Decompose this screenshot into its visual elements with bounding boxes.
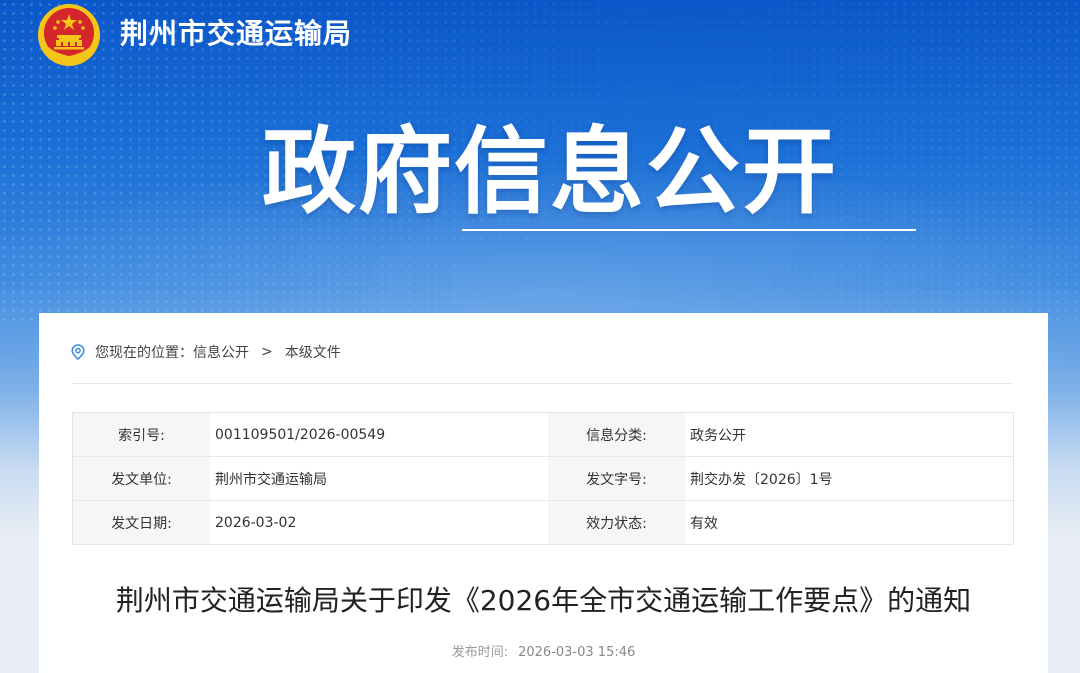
meta-value-validity: 有效 bbox=[685, 500, 1014, 545]
document-title: 荆州市交通运输局关于印发《2026年全市交通运输工作要点》的通知 bbox=[115, 584, 972, 617]
meta-label-index: 索引号: bbox=[72, 412, 210, 457]
meta-value-doc-number: 荆交办发〔2026〕1号 bbox=[685, 456, 1014, 501]
meta-label-doc-number: 发文字号: bbox=[548, 456, 685, 501]
meta-label-issue-date: 发文日期: bbox=[72, 500, 210, 545]
publish-time: 2026-03-03 15:46 bbox=[518, 645, 636, 660]
meta-value-issuer: 荆州市交通运输局 bbox=[210, 456, 548, 501]
table-row: 索引号: 001109501/2026-00549 信息分类: 政务公开 bbox=[72, 412, 1014, 457]
location-pin-icon bbox=[71, 344, 85, 360]
publish-label: 发布时间: bbox=[451, 645, 509, 660]
table-row: 发文日期: 2026-03-02 效力状态: 有效 bbox=[72, 500, 1014, 545]
breadcrumb: 您现在的位置： 信息公开 > 本级文件 bbox=[71, 341, 341, 363]
breadcrumb-divider bbox=[72, 383, 1013, 384]
breadcrumb-item-info-public[interactable]: 信息公开 bbox=[193, 342, 249, 362]
publish-info: 发布时间: 2026-03-03 15:46 bbox=[39, 641, 1048, 660]
breadcrumb-prefix: 您现在的位置： bbox=[95, 345, 193, 361]
meta-label-validity: 效力状态: bbox=[548, 500, 685, 545]
meta-value-issue-date: 2026-03-02 bbox=[210, 500, 548, 545]
meta-label-category: 信息分类: bbox=[548, 412, 685, 457]
banner-underline bbox=[462, 229, 916, 231]
table-row: 发文单位: 荆州市交通运输局 发文字号: 荆交办发〔2026〕1号 bbox=[72, 456, 1014, 501]
breadcrumb-item-local-docs[interactable]: 本级文件 bbox=[285, 342, 341, 362]
meta-value-index: 001109501/2026-00549 bbox=[210, 412, 548, 457]
breadcrumb-separator: > bbox=[261, 344, 273, 360]
content-panel: 您现在的位置： 信息公开 > 本级文件 索引号: 001109501/2026-… bbox=[39, 313, 1048, 673]
national-emblem-icon bbox=[38, 4, 100, 66]
banner-title: 政府信息公开 bbox=[262, 118, 839, 227]
org-name[interactable]: 荆州市交通运输局 bbox=[120, 12, 352, 56]
meta-value-category: 政务公开 bbox=[685, 412, 1014, 457]
document-meta-table: 索引号: 001109501/2026-00549 信息分类: 政务公开 发文单… bbox=[72, 412, 1014, 545]
meta-label-issuer: 发文单位: bbox=[72, 456, 210, 501]
